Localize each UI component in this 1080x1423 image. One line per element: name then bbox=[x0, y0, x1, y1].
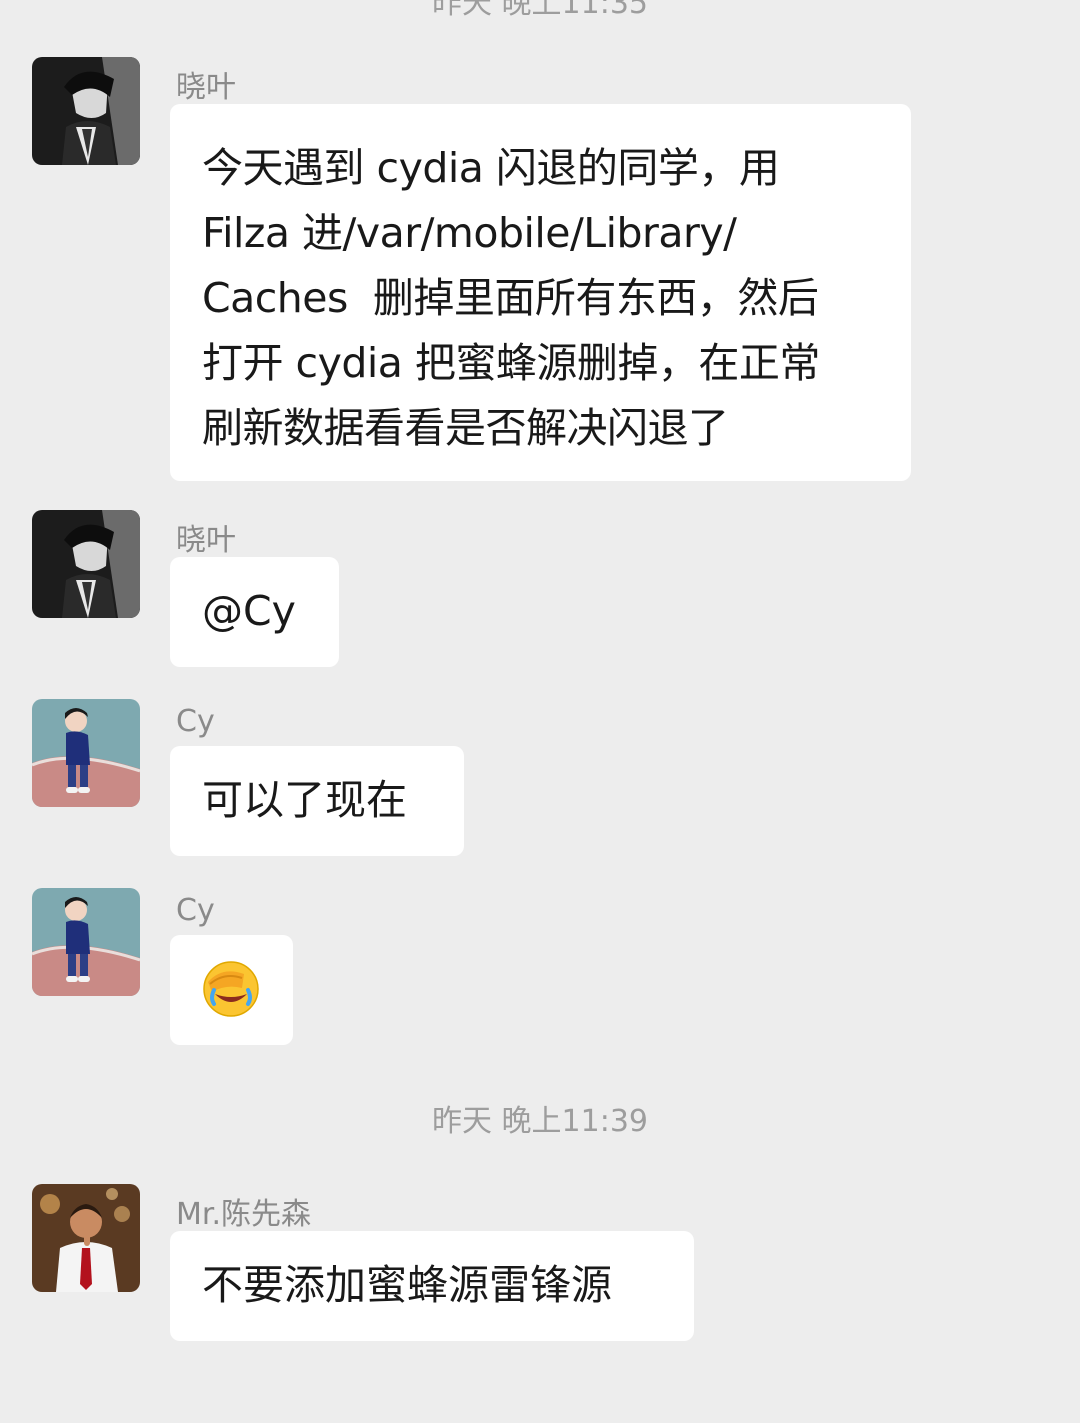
facepalm-laughing-emoji-icon bbox=[202, 960, 293, 1018]
message-bubble[interactable]: 可以了现在 bbox=[170, 746, 464, 856]
message-line: 打开 cydia 把蜜蜂源删掉，在正常 bbox=[202, 339, 820, 387]
boy-in-tie-avatar-icon[interactable] bbox=[32, 1184, 140, 1292]
timestamp-top: 昨天 晚上11:35 bbox=[432, 0, 648, 21]
message-bubble[interactable]: 不要添加蜜蜂源雷锋源 bbox=[170, 1231, 694, 1341]
message-text: 不要添加蜜蜂源雷锋源 bbox=[202, 1261, 612, 1309]
message-bubble[interactable]: @Cy bbox=[170, 557, 339, 667]
message-line: 刷新数据看看是否解决闪退了 bbox=[202, 404, 729, 452]
timestamp-divider: 昨天 晚上11:39 bbox=[432, 1104, 648, 1139]
toddler-photo-avatar-icon[interactable] bbox=[32, 699, 140, 807]
message-line: 今天遇到 cydia 闪退的同学，用 bbox=[202, 144, 780, 192]
message-line: Caches 删掉里面所有东西，然后 bbox=[202, 274, 819, 322]
message-bubble[interactable]: 今天遇到 cydia 闪退的同学，用 Filza 进/var/mobile/Li… bbox=[170, 104, 911, 481]
sender-name: 晓叶 bbox=[176, 70, 236, 105]
toddler-photo-avatar-icon[interactable] bbox=[32, 888, 140, 996]
anime-boy-avatar-icon[interactable] bbox=[32, 510, 140, 618]
anime-boy-avatar-icon[interactable] bbox=[32, 57, 140, 165]
message-bubble[interactable] bbox=[170, 935, 293, 1045]
sender-name: 晓叶 bbox=[176, 523, 236, 558]
sender-name: Cy bbox=[176, 893, 215, 928]
message-line: Filza 进/var/mobile/Library/ bbox=[202, 209, 737, 257]
sender-name: Cy bbox=[176, 704, 215, 739]
sender-name: Mr.陈先森 bbox=[176, 1197, 311, 1232]
message-text: @Cy bbox=[202, 587, 296, 635]
message-text: 可以了现在 bbox=[202, 776, 407, 824]
